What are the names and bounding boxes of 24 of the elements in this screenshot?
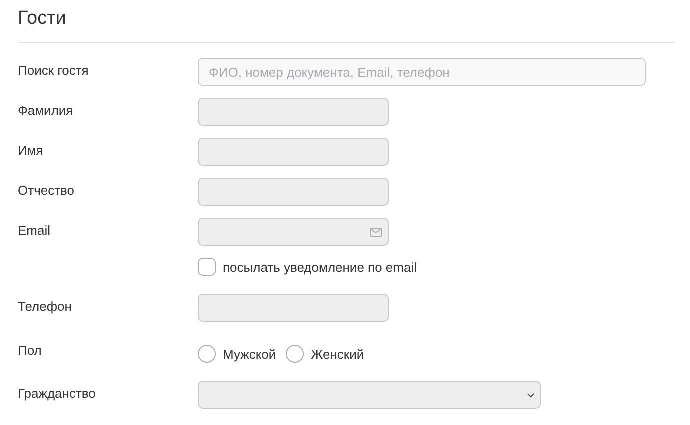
input-field[interactable] bbox=[198, 294, 389, 322]
field-label: Пол bbox=[18, 343, 42, 358]
field-label: Email bbox=[18, 223, 51, 238]
page-title: Гости bbox=[18, 8, 68, 30]
field-label: Отчество bbox=[18, 183, 75, 198]
radio-label: Женский bbox=[311, 346, 364, 362]
checkbox-label: посылать уведомление по email bbox=[223, 260, 417, 274]
radio-button[interactable] bbox=[198, 345, 216, 363]
email-field[interactable] bbox=[198, 218, 389, 246]
input-field[interactable] bbox=[198, 98, 389, 126]
field-label: Гражданство bbox=[18, 386, 96, 401]
radio-button[interactable] bbox=[286, 345, 304, 363]
field-label: Имя bbox=[18, 143, 44, 158]
envelope-icon bbox=[370, 228, 382, 236]
radio-label: Мужской bbox=[223, 346, 276, 362]
search-field[interactable]: ФИО, номер документа, Email, телефон bbox=[198, 58, 646, 86]
field-label: Поиск гостя bbox=[18, 63, 89, 78]
caret-icon bbox=[527, 392, 535, 398]
input-field[interactable] bbox=[198, 178, 389, 206]
field-label: Фамилия bbox=[18, 103, 74, 118]
checkbox[interactable] bbox=[198, 258, 216, 276]
field-label: Телефон bbox=[18, 299, 72, 314]
input-field[interactable] bbox=[198, 138, 389, 166]
select-field[interactable] bbox=[198, 381, 541, 409]
